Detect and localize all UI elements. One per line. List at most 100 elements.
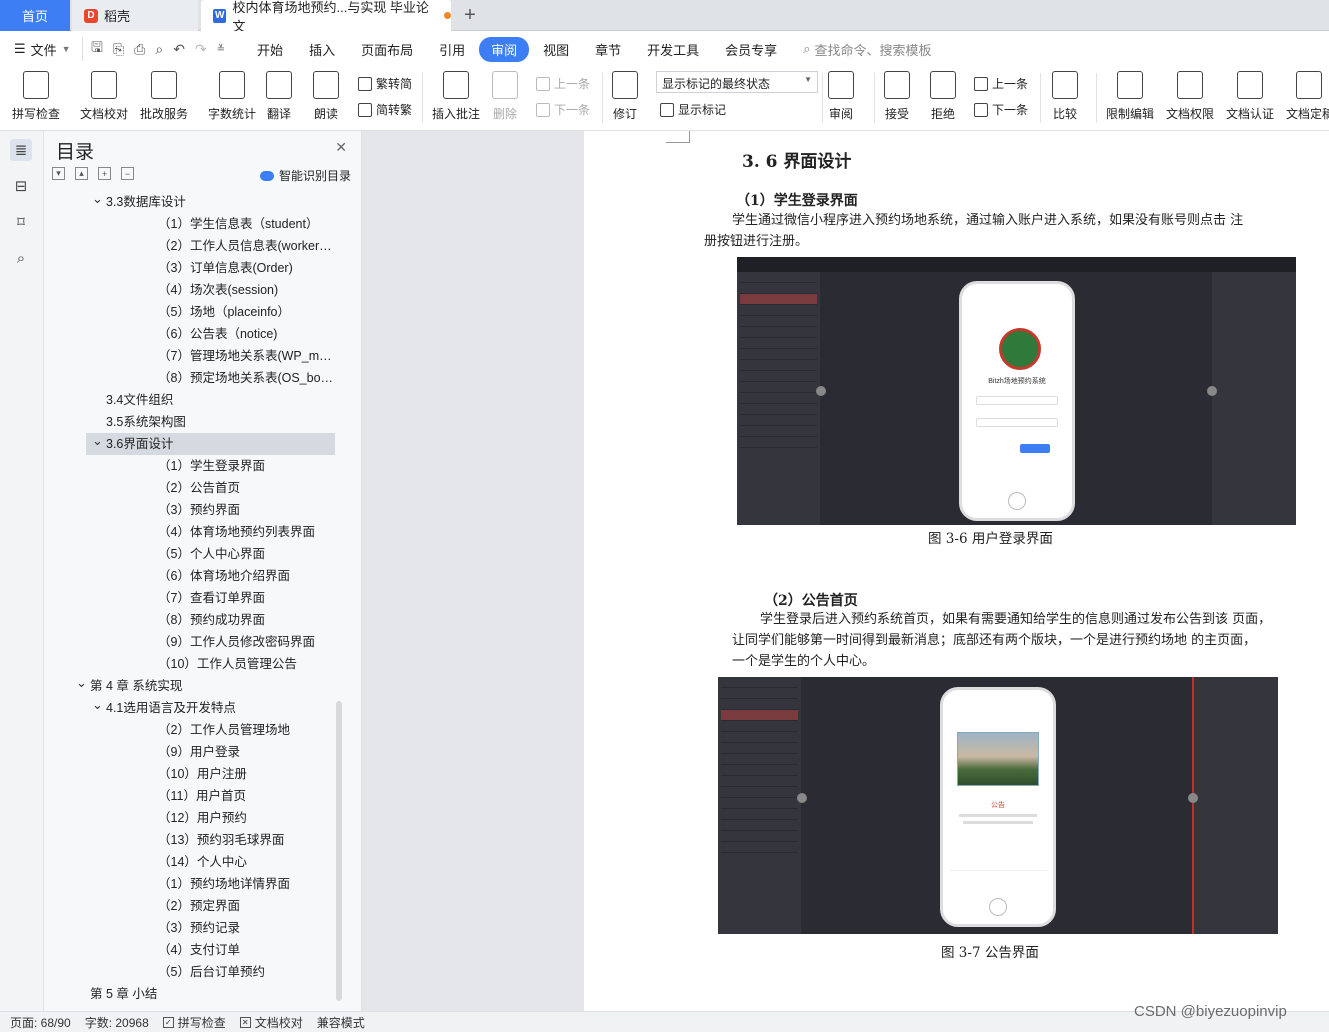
document-proof-button[interactable]: 文档校对 — [80, 71, 128, 122]
translate-button[interactable]: 翻译 — [266, 71, 292, 122]
toc-item[interactable]: （12）用户预约 — [44, 807, 344, 829]
simp-to-trad-button[interactable]: 简转繁 — [358, 101, 412, 118]
batch-service-button[interactable]: 批改服务 — [140, 71, 188, 122]
toc-item[interactable]: （5）后台订单预约 — [44, 961, 344, 983]
menu-tab-layout[interactable]: 页面布局 — [349, 37, 425, 62]
print-preview-icon[interactable]: ⌕ — [155, 41, 163, 58]
close-icon[interactable]: ✕ — [335, 139, 347, 156]
toc-scrollbar[interactable] — [336, 701, 342, 1001]
add-heading-icon[interactable]: + — [98, 167, 111, 180]
toc-item[interactable]: （9）工作人员修改密码界面 — [44, 631, 344, 653]
bookmark-icon[interactable]: ⌑ — [10, 211, 32, 233]
toc-item[interactable]: （5）场地（placeinfo） — [44, 301, 344, 323]
toc-item[interactable]: （7）管理场地关系表(WP_ma… — [44, 345, 344, 367]
prev-change-button[interactable]: 上一条 — [974, 75, 1028, 92]
page-indicator[interactable]: 页面: 68/90 — [10, 1014, 71, 1031]
toc-item[interactable]: （3）预约界面 — [44, 499, 344, 521]
document-certify-button[interactable]: 文档认证 — [1226, 71, 1274, 122]
export-pdf-icon[interactable]: ⎘ — [113, 41, 124, 58]
file-menu[interactable]: ☰ 文件 ▼ — [0, 40, 82, 59]
accept-button[interactable]: 接受 — [884, 71, 910, 122]
toc-item[interactable]: ⌄ 第 4 章 系统实现 — [44, 675, 344, 697]
toc-item[interactable]: 3.5系统架构图 — [44, 411, 344, 433]
toc-item[interactable]: （4）体育场地预约列表界面 — [44, 521, 344, 543]
toc-item[interactable]: ⌄ 4.1选用语言及开发特点 — [44, 697, 344, 719]
toc-item[interactable]: （3）订单信息表(Order) — [44, 257, 344, 279]
next-comment-button[interactable]: 下一条 — [536, 101, 590, 118]
toc-item[interactable]: （11）用户首页 — [44, 785, 344, 807]
toc-item[interactable]: （6）体育场地介绍界面 — [44, 565, 344, 587]
customize-icon[interactable]: ≚ — [217, 44, 225, 55]
read-aloud-button[interactable]: 朗读 — [313, 71, 339, 122]
insert-comment-button[interactable]: 插入批注 — [432, 71, 480, 122]
toc-item[interactable]: （1）学生信息表（student） — [44, 213, 344, 235]
next-change-button[interactable]: 下一条 — [974, 101, 1028, 118]
delete-comment-button[interactable]: 删除 — [492, 71, 518, 122]
menu-tab-review[interactable]: 审阅 — [479, 36, 530, 62]
toc-item[interactable]: ⌄ 3.6界面设计 — [86, 433, 335, 455]
document-finalize-button[interactable]: 文档定稿 — [1286, 71, 1329, 122]
menu-tab-insert[interactable]: 插入 — [297, 37, 347, 62]
toc-item[interactable]: （10）工作人员管理公告 — [44, 653, 344, 675]
toc-item[interactable]: ⌄ 3.3数据库设计 — [44, 191, 344, 213]
toc-item[interactable]: （14）个人中心 — [44, 851, 344, 873]
compare-button[interactable]: 比较 — [1052, 71, 1078, 122]
toc-item[interactable]: （2）预定界面 — [44, 895, 344, 917]
spell-check-status[interactable]: ✓ 拼写检查 — [162, 1014, 226, 1031]
chapter-nav-icon[interactable]: ⊟ — [10, 175, 32, 197]
tab-home[interactable]: 首页 — [0, 0, 70, 31]
new-tab-button[interactable]: + — [458, 0, 482, 31]
track-changes-button[interactable]: 修订 — [612, 71, 638, 122]
toc-item[interactable]: （1）预约场地详情界面 — [44, 873, 344, 895]
toc-item[interactable]: （10）用户注册 — [44, 763, 344, 785]
reject-button[interactable]: 拒绝 — [930, 71, 956, 122]
toc-item[interactable]: （7）查看订单界面 — [44, 587, 344, 609]
toc-item[interactable]: （1）学生登录界面 — [44, 455, 344, 477]
toc-item[interactable]: （2）公告首页 — [44, 477, 344, 499]
chevron-down-icon[interactable]: ⌄ — [76, 675, 87, 694]
word-count-indicator[interactable]: 字数: 20968 — [85, 1014, 149, 1031]
chevron-down-icon[interactable]: ⌄ — [92, 433, 103, 452]
prev-comment-button[interactable]: 上一条 — [536, 75, 590, 92]
tab-document[interactable]: W 校内体育场地预约...与实现 毕业论文 — [201, 0, 451, 34]
menu-tab-developer[interactable]: 开发工具 — [635, 37, 711, 62]
chevron-down-icon[interactable]: ⌄ — [92, 191, 103, 210]
toc-item[interactable]: （13）预约羽毛球界面 — [44, 829, 344, 851]
menu-tab-start[interactable]: 开始 — [245, 37, 295, 62]
undo-icon[interactable]: ↶ — [173, 41, 185, 58]
toc-item[interactable]: （6）公告表（notice) — [44, 323, 344, 345]
remove-heading-icon[interactable]: − — [121, 167, 134, 180]
proof-status[interactable]: ✕ 文档校对 — [239, 1014, 303, 1031]
word-count-button[interactable]: 字数统计 — [208, 71, 256, 122]
tab-daoke[interactable]: D 稻壳 — [72, 0, 198, 31]
review-pane-button[interactable]: 审阅 — [828, 71, 854, 122]
toc-item[interactable]: （2）工作人员信息表(worker… — [44, 235, 344, 257]
toc-item[interactable]: （5）个人中心界面 — [44, 543, 344, 565]
toc-item[interactable]: （8）预约成功界面 — [44, 609, 344, 631]
menu-tab-references[interactable]: 引用 — [427, 37, 477, 62]
menu-tab-view[interactable]: 视图 — [531, 37, 581, 62]
collapse-all-icon[interactable]: ▾ — [52, 167, 65, 180]
print-icon[interactable]: ⎙ — [134, 41, 145, 58]
toc-item[interactable]: （9）用户登录 — [44, 741, 344, 763]
redo-icon[interactable]: ↷ — [195, 41, 207, 58]
trad-to-simp-button[interactable]: 繁转简 — [358, 75, 412, 92]
toc-item[interactable]: （4）支付订单 — [44, 939, 344, 961]
smart-toc-button[interactable]: 智能识别目录 — [259, 167, 351, 184]
document-permission-button[interactable]: 文档权限 — [1166, 71, 1214, 122]
toc-item[interactable]: （8）预定场地关系表(OS_bo… — [44, 367, 344, 389]
toc-panel-icon[interactable]: ≣ — [10, 139, 32, 161]
markup-display-select[interactable]: 显示标记的最终状态 ▼ — [656, 71, 818, 93]
toc-item[interactable]: （2）工作人员管理场地 — [44, 719, 344, 741]
toc-item[interactable]: （4）场次表(session) — [44, 279, 344, 301]
menu-tab-member[interactable]: 会员专享 — [713, 37, 789, 62]
chevron-down-icon[interactable]: ⌄ — [92, 697, 103, 716]
toc-item[interactable]: （3）预约记录 — [44, 917, 344, 939]
restrict-editing-button[interactable]: 限制编辑 — [1106, 71, 1154, 122]
toc-item[interactable]: 第 5 章 小结 — [44, 983, 344, 1005]
document-page[interactable]: 3. 6 界面设计 （1）学生登录界面 学生通过微信小程序进入预约场地系统，通过… — [584, 131, 1329, 1011]
show-markup-button[interactable]: 显示标记 — [660, 101, 726, 118]
search-icon[interactable]: ⌕ — [10, 247, 32, 269]
menu-tab-chapter[interactable]: 章节 — [583, 37, 633, 62]
toc-item[interactable]: 3.4文件组织 — [44, 389, 344, 411]
